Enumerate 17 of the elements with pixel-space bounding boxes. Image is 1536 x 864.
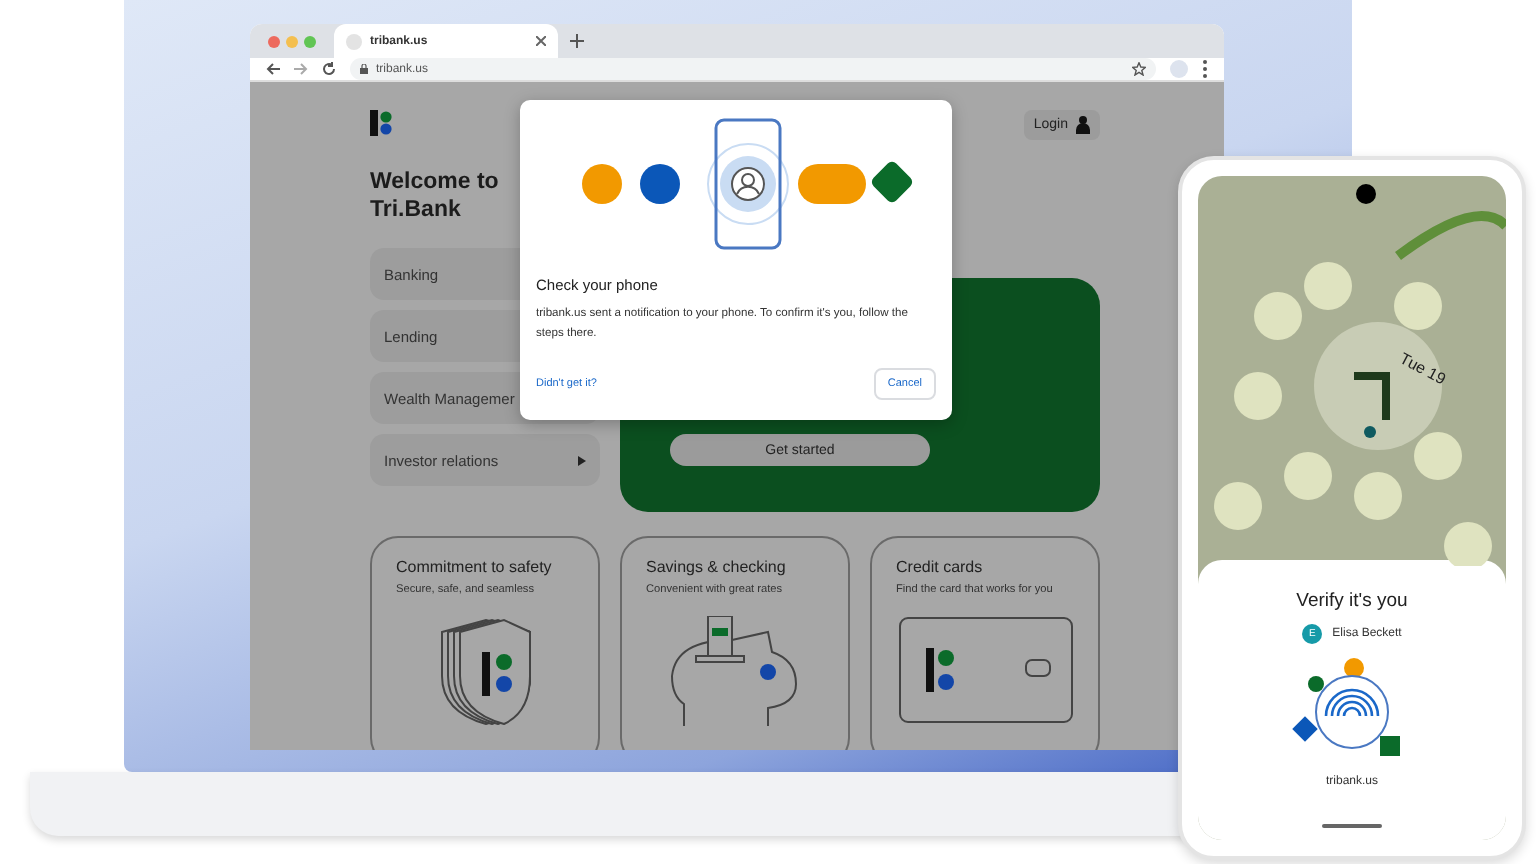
lock-icon (360, 64, 368, 74)
welcome-heading: Welcome to Tri.Bank (370, 168, 501, 224)
caret-icon (578, 455, 586, 465)
sheet-title: Verify it's you (1296, 590, 1408, 612)
star-icon[interactable] (1132, 62, 1146, 76)
card-title: Savings & checking (646, 558, 786, 576)
card-title: Commitment to safety (396, 558, 552, 576)
person-icon (1076, 116, 1090, 134)
close-icon[interactable] (536, 36, 546, 46)
date-text: Tue 19 (1396, 349, 1449, 389)
back-arrow-icon[interactable] (266, 62, 280, 76)
reload-icon[interactable] (322, 62, 336, 76)
more-icon[interactable] (1202, 60, 1208, 78)
favicon-icon (346, 33, 362, 49)
card-title: Credit cards (896, 558, 983, 576)
plus-icon[interactable] (570, 34, 584, 48)
bank-logo-icon (370, 110, 392, 136)
